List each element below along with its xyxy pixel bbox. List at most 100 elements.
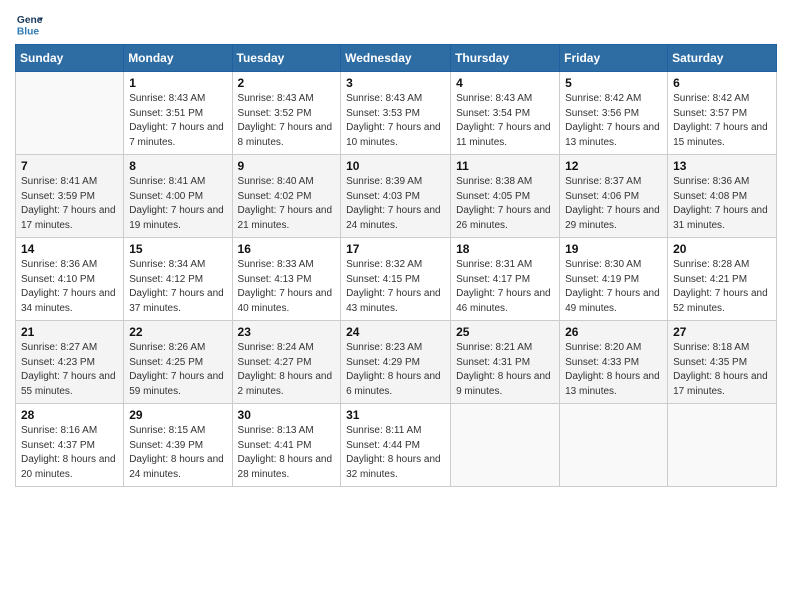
calendar-cell <box>451 404 560 487</box>
day-info: Sunrise: 8:26 AMSunset: 4:25 PMDaylight:… <box>129 341 226 399</box>
calendar-table: SundayMondayTuesdayWednesdayThursdayFrid… <box>15 44 777 487</box>
day-info: Sunrise: 8:43 AMSunset: 3:51 PMDaylight:… <box>129 92 226 150</box>
day-info: Sunrise: 8:18 AMSunset: 4:35 PMDaylight:… <box>673 341 771 399</box>
column-header-monday: Monday <box>124 45 232 72</box>
calendar-cell: 3Sunrise: 8:43 AMSunset: 3:53 PMDaylight… <box>341 72 451 155</box>
day-info: Sunrise: 8:27 AMSunset: 4:23 PMDaylight:… <box>21 341 118 399</box>
column-header-sunday: Sunday <box>16 45 124 72</box>
logo-icon: General Blue <box>15 10 43 38</box>
day-number: 25 <box>456 325 554 339</box>
day-number: 21 <box>21 325 118 339</box>
day-number: 4 <box>456 76 554 90</box>
day-info: Sunrise: 8:32 AMSunset: 4:15 PMDaylight:… <box>346 258 445 316</box>
day-info: Sunrise: 8:37 AMSunset: 4:06 PMDaylight:… <box>565 175 662 233</box>
day-number: 8 <box>129 159 226 173</box>
day-info: Sunrise: 8:41 AMSunset: 3:59 PMDaylight:… <box>21 175 118 233</box>
day-number: 31 <box>346 408 445 422</box>
calendar-cell <box>668 404 777 487</box>
calendar-cell: 15 Sunrise: 8:34 AMSunset: 4:12 PMDayligh… <box>124 238 232 321</box>
page-header: General Blue <box>15 10 777 38</box>
calendar-cell: 11 Sunrise: 8:38 AMSunset: 4:05 PMDayligh… <box>451 155 560 238</box>
day-info: Sunrise: 8:38 AMSunset: 4:05 PMDaylight:… <box>456 175 554 233</box>
column-header-thursday: Thursday <box>451 45 560 72</box>
svg-text:General: General <box>17 15 43 26</box>
day-info: Sunrise: 8:43 AMSunset: 3:52 PMDaylight:… <box>238 92 336 150</box>
calendar-cell: 26 Sunrise: 8:20 AMSunset: 4:33 PMDayligh… <box>560 321 668 404</box>
day-info: Sunrise: 8:42 AMSunset: 3:57 PMDaylight:… <box>673 92 771 150</box>
calendar-week-row: 7Sunrise: 8:41 AMSunset: 3:59 PMDaylight… <box>16 155 777 238</box>
day-number: 24 <box>346 325 445 339</box>
day-number: 20 <box>673 242 771 256</box>
calendar-cell: 12 Sunrise: 8:37 AMSunset: 4:06 PMDayligh… <box>560 155 668 238</box>
day-info: Sunrise: 8:20 AMSunset: 4:33 PMDaylight:… <box>565 341 662 399</box>
calendar-cell: 25 Sunrise: 8:21 AMSunset: 4:31 PMDayligh… <box>451 321 560 404</box>
day-number: 16 <box>238 242 336 256</box>
day-number: 26 <box>565 325 662 339</box>
calendar-cell: 30 Sunrise: 8:13 AMSunset: 4:41 PMDayligh… <box>232 404 341 487</box>
calendar-cell: 19Sunrise: 8:30 AMSunset: 4:19 PMDayligh… <box>560 238 668 321</box>
day-number: 13 <box>673 159 771 173</box>
day-number: 11 <box>456 159 554 173</box>
calendar-cell: 14Sunrise: 8:36 AMSunset: 4:10 PMDayligh… <box>16 238 124 321</box>
day-number: 18 <box>456 242 554 256</box>
calendar-cell: 2 Sunrise: 8:43 AMSunset: 3:52 PMDaylight… <box>232 72 341 155</box>
day-number: 28 <box>21 408 118 422</box>
calendar-cell: 16 Sunrise: 8:33 AMSunset: 4:13 PMDayligh… <box>232 238 341 321</box>
calendar-cell: 31Sunrise: 8:11 AMSunset: 4:44 PMDayligh… <box>341 404 451 487</box>
calendar-cell: 8Sunrise: 8:41 AMSunset: 4:00 PMDaylight… <box>124 155 232 238</box>
calendar-cell <box>560 404 668 487</box>
calendar-cell: 17 Sunrise: 8:32 AMSunset: 4:15 PMDayligh… <box>341 238 451 321</box>
calendar-week-row: 28Sunrise: 8:16 AMSunset: 4:37 PMDayligh… <box>16 404 777 487</box>
column-header-saturday: Saturday <box>668 45 777 72</box>
column-header-tuesday: Tuesday <box>232 45 341 72</box>
day-info: Sunrise: 8:23 AMSunset: 4:29 PMDaylight:… <box>346 341 445 399</box>
day-info: Sunrise: 8:21 AMSunset: 4:31 PMDaylight:… <box>456 341 554 399</box>
day-number: 9 <box>238 159 336 173</box>
day-number: 5 <box>565 76 662 90</box>
calendar-cell: 28Sunrise: 8:16 AMSunset: 4:37 PMDayligh… <box>16 404 124 487</box>
day-info: Sunrise: 8:43 AMSunset: 3:53 PMDaylight:… <box>346 92 445 150</box>
day-number: 1 <box>129 76 226 90</box>
day-number: 17 <box>346 242 445 256</box>
calendar-cell: 1 Sunrise: 8:43 AMSunset: 3:51 PMDaylight… <box>124 72 232 155</box>
calendar-cell: 9 Sunrise: 8:40 AMSunset: 4:02 PMDaylight… <box>232 155 341 238</box>
calendar-cell: 18 Sunrise: 8:31 AMSunset: 4:17 PMDayligh… <box>451 238 560 321</box>
calendar-cell: 27 Sunrise: 8:18 AMSunset: 4:35 PMDayligh… <box>668 321 777 404</box>
day-info: Sunrise: 8:33 AMSunset: 4:13 PMDaylight:… <box>238 258 336 316</box>
day-number: 22 <box>129 325 226 339</box>
calendar-cell: 10 Sunrise: 8:39 AMSunset: 4:03 PMDayligh… <box>341 155 451 238</box>
calendar-week-row: 21 Sunrise: 8:27 AMSunset: 4:23 PMDayligh… <box>16 321 777 404</box>
day-number: 15 <box>129 242 226 256</box>
svg-text:Blue: Blue <box>17 26 40 37</box>
column-header-wednesday: Wednesday <box>341 45 451 72</box>
calendar-cell: 24 Sunrise: 8:23 AMSunset: 4:29 PMDayligh… <box>341 321 451 404</box>
day-number: 30 <box>238 408 336 422</box>
day-info: Sunrise: 8:15 AMSunset: 4:39 PMDaylight:… <box>129 424 226 482</box>
day-info: Sunrise: 8:36 AMSunset: 4:08 PMDaylight:… <box>673 175 771 233</box>
day-info: Sunrise: 8:40 AMSunset: 4:02 PMDaylight:… <box>238 175 336 233</box>
day-number: 10 <box>346 159 445 173</box>
calendar-cell: 13 Sunrise: 8:36 AMSunset: 4:08 PMDayligh… <box>668 155 777 238</box>
calendar-cell <box>16 72 124 155</box>
calendar-cell: 21 Sunrise: 8:27 AMSunset: 4:23 PMDayligh… <box>16 321 124 404</box>
day-info: Sunrise: 8:31 AMSunset: 4:17 PMDaylight:… <box>456 258 554 316</box>
day-info: Sunrise: 8:24 AMSunset: 4:27 PMDaylight:… <box>238 341 336 399</box>
day-number: 12 <box>565 159 662 173</box>
calendar-cell: 23 Sunrise: 8:24 AMSunset: 4:27 PMDayligh… <box>232 321 341 404</box>
day-number: 19 <box>565 242 662 256</box>
calendar-week-row: 1 Sunrise: 8:43 AMSunset: 3:51 PMDaylight… <box>16 72 777 155</box>
calendar-cell: 4Sunrise: 8:43 AMSunset: 3:54 PMDaylight… <box>451 72 560 155</box>
day-info: Sunrise: 8:39 AMSunset: 4:03 PMDaylight:… <box>346 175 445 233</box>
day-info: Sunrise: 8:34 AMSunset: 4:12 PMDaylight:… <box>129 258 226 316</box>
day-info: Sunrise: 8:42 AMSunset: 3:56 PMDaylight:… <box>565 92 662 150</box>
day-info: Sunrise: 8:28 AMSunset: 4:21 PMDaylight:… <box>673 258 771 316</box>
logo: General Blue <box>15 10 47 38</box>
day-number: 2 <box>238 76 336 90</box>
day-info: Sunrise: 8:13 AMSunset: 4:41 PMDaylight:… <box>238 424 336 482</box>
day-number: 27 <box>673 325 771 339</box>
day-number: 23 <box>238 325 336 339</box>
day-number: 14 <box>21 242 118 256</box>
calendar-cell: 6Sunrise: 8:42 AMSunset: 3:57 PMDaylight… <box>668 72 777 155</box>
day-number: 29 <box>129 408 226 422</box>
calendar-cell: 5 Sunrise: 8:42 AMSunset: 3:56 PMDaylight… <box>560 72 668 155</box>
